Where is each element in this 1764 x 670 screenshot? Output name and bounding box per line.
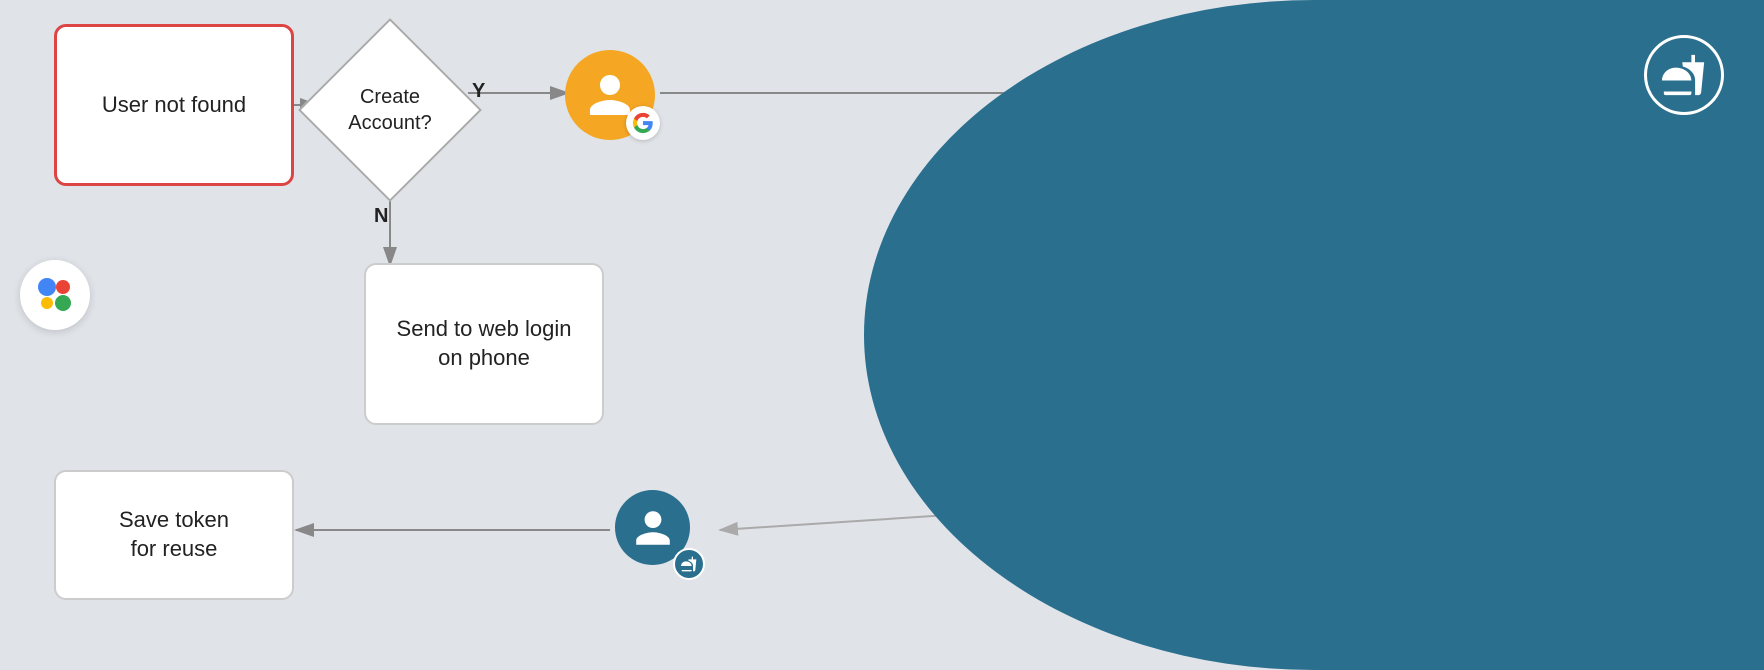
no-label: N bbox=[374, 205, 388, 228]
create-account-diamond: CreateAccount? bbox=[310, 30, 470, 190]
foodbot-fork-knife-icon bbox=[1644, 35, 1724, 115]
user-not-found-box: User not found bbox=[54, 24, 294, 186]
yes-label: Y bbox=[472, 80, 485, 103]
user-foodbot-combined-icon bbox=[615, 490, 705, 580]
background-right bbox=[864, 0, 1764, 670]
user-not-found-label: User not found bbox=[102, 91, 246, 120]
send-web-login-label: Send to web loginon phone bbox=[397, 315, 572, 372]
save-token-label: Save tokenfor reuse bbox=[119, 506, 229, 563]
save-token-box: Save tokenfor reuse bbox=[54, 470, 294, 600]
google-account-icon bbox=[565, 50, 665, 150]
google-badge bbox=[626, 106, 660, 140]
small-foodbot-badge bbox=[673, 548, 705, 580]
send-web-login-box: Send to web loginon phone bbox=[364, 263, 604, 425]
diamond-label: CreateAccount? bbox=[348, 84, 431, 136]
google-assistant-icon bbox=[20, 260, 100, 340]
